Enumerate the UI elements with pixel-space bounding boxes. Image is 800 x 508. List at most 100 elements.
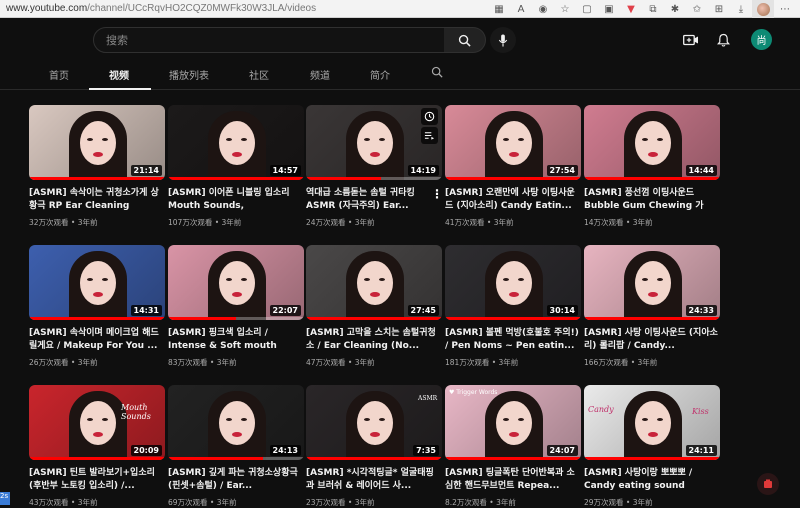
duration-badge: 24:33 xyxy=(685,305,717,316)
video-thumbnail[interactable]: 22:07 xyxy=(168,245,304,320)
collections-icon[interactable]: ⊞ xyxy=(708,0,730,18)
tab-icon[interactable]: ▢ xyxy=(576,0,598,18)
video-title[interactable]: 역대급 소름돋는 솜털 귀타킹 ASMR (자극주의) Ear... xyxy=(306,187,442,213)
video-card[interactable]: 14:57 [ASMR] 이어폰 니블링 입소리 Mouth Sounds, Ea… xyxy=(168,105,304,228)
watch-progress-bar xyxy=(168,177,304,180)
video-meta: 83万次观看 • 3年前 xyxy=(168,358,237,367)
thumbnail-figure-face xyxy=(357,401,393,445)
duration-badge: 30:14 xyxy=(546,305,578,316)
channel-search-button[interactable] xyxy=(431,66,443,81)
video-card[interactable]: 14:44 [ASMR] 풍선껌 이팅사운드 Bubble Gum Chewing… xyxy=(584,105,720,228)
video-thumbnail[interactable]: ASMR 7:35 xyxy=(306,385,442,460)
extensions-icon[interactable]: ✱ xyxy=(664,0,686,18)
voice-search-button[interactable] xyxy=(490,27,516,53)
video-card[interactable]: ASMR 7:35 [ASMR] *시각적팅글* 얼굴태핑과 브러쉬 & 레이어드 … xyxy=(306,385,442,508)
video-title[interactable]: [ASMR] 볼펜 먹방(호불호 주의!) / Pen Noms ~ Pen e… xyxy=(445,327,581,353)
video-title[interactable]: [ASMR] 이어폰 니블링 입소리 Mouth Sounds, Earphon… xyxy=(168,187,304,213)
tab-home[interactable]: 首页 xyxy=(49,67,69,82)
extension-badge-icon[interactable]: ◉ xyxy=(532,0,554,18)
thumbnail-figure-eye xyxy=(241,138,247,141)
video-meta: 43万次观看 • 3年前 xyxy=(29,498,98,507)
video-thumbnail[interactable]: 21:14 xyxy=(29,105,165,180)
video-title[interactable]: [ASMR] 고막을 스치는 솜털귀청소 / Ear Cleaning (No.… xyxy=(306,327,442,353)
tab-playlists[interactable]: 播放列表 xyxy=(169,67,209,82)
thumbnail-figure-eye xyxy=(241,278,247,281)
watch-progress-bar xyxy=(29,317,165,320)
thumbnail-figure-eye xyxy=(87,278,93,281)
video-card[interactable]: 14:19 역대급 소름돋는 솜털 귀타킹 ASMR (자극주의) Ear... 2… xyxy=(306,105,442,228)
read-aloud-icon[interactable]: A xyxy=(510,0,532,18)
favorites-icon[interactable]: ✩ xyxy=(686,0,708,18)
thumbnail-figure-eye xyxy=(241,418,247,421)
video-card[interactable]: 24:13 [ASMR] 깊게 파는 귀청소상황극 (핀셋+솜털) / Ear..… xyxy=(168,385,304,508)
video-thumbnail[interactable]: ♥ Trigger Words 24:07 xyxy=(445,385,581,460)
thumbnail-overlay-text: ASMR xyxy=(418,395,438,402)
video-card[interactable]: Candy Kiss 24:11 [ASMR] 사탕이랑 뽀뽀뽀 / Candy ea… xyxy=(584,385,720,508)
video-title[interactable]: [ASMR] 팅글폭탄 단어반복과 소심한 핸드무브먼트 Repea... xyxy=(445,467,581,493)
tab-channels[interactable]: 频道 xyxy=(310,67,330,82)
video-thumbnail[interactable]: 24:13 xyxy=(168,385,304,460)
video-meta: 29万次观看 • 3年前 xyxy=(584,498,653,507)
create-video-button[interactable] xyxy=(682,31,700,49)
video-thumbnail[interactable]: 27:45 xyxy=(306,245,442,320)
video-title[interactable]: [ASMR] 속삭이며 메이크업 해드릴게요 / Makeup For You … xyxy=(29,327,165,353)
video-card[interactable]: Mouth Sounds 20:09 [ASMR] 틴트 발라보기+입소리 (후반부… xyxy=(29,385,165,508)
download-icon[interactable]: ⤓ xyxy=(730,0,752,18)
video-title[interactable]: [ASMR] 사탕 이팅사운드 (지아소리) 롤리팝 / Candy... xyxy=(584,327,720,353)
video-thumbnail[interactable]: 14:57 xyxy=(168,105,304,180)
video-card[interactable]: 30:14 [ASMR] 볼펜 먹방(호불호 주의!) / Pen Noms ~ … xyxy=(445,245,581,368)
tab-about[interactable]: 简介 xyxy=(370,67,390,82)
video-card[interactable]: ♥ Trigger Words 24:07 [ASMR] 팅글폭탄 단어반복과 소심… xyxy=(445,385,581,508)
favorite-add-icon[interactable]: ☆ xyxy=(554,0,576,18)
video-title[interactable]: [ASMR] 오랜만에 사탕 이팅사운드 (지아소리) Candy Eatin.… xyxy=(445,187,581,213)
copy-icon[interactable]: ⧉ xyxy=(642,0,664,18)
video-thumbnail[interactable]: 14:19 xyxy=(306,105,442,180)
video-thumbnail[interactable]: 27:54 xyxy=(445,105,581,180)
add-to-queue-icon[interactable] xyxy=(421,127,438,144)
video-title[interactable]: [ASMR] 풍선껌 이팅사운드 Bubble Gum Chewing 가ム..… xyxy=(584,187,720,213)
video-card[interactable]: 27:54 [ASMR] 오랜만에 사탕 이팅사운드 (지아소리) Candy E… xyxy=(445,105,581,228)
video-title[interactable]: [ASMR] 틴트 발라보기+입소리 (후반부 노토킹 입소리) /... xyxy=(29,467,165,493)
url-field[interactable]: www.youtube.com/channel/UCcRqvHO2CQZ0MWF… xyxy=(6,3,316,14)
pocket-icon[interactable]: ▼ xyxy=(620,0,642,18)
thumbnail-figure-eye xyxy=(518,278,524,281)
thumbnail-figure-eye xyxy=(102,138,108,141)
video-card[interactable]: 24:33 [ASMR] 사탕 이팅사운드 (지아소리) 롤리팝 / Candy.… xyxy=(584,245,720,368)
scrollbar[interactable] xyxy=(789,90,800,505)
tab-videos[interactable]: 视频 xyxy=(109,67,129,82)
video-thumbnail[interactable]: 24:33 xyxy=(584,245,720,320)
video-thumbnail[interactable]: 30:14 xyxy=(445,245,581,320)
video-card[interactable]: 27:45 [ASMR] 고막을 스치는 솜털귀청소 / Ear Cleaning… xyxy=(306,245,442,368)
video-thumbnail[interactable]: 14:44 xyxy=(584,105,720,180)
video-card[interactable]: 22:07 [ASMR] 핑크색 입소리 / Intense & Soft mou… xyxy=(168,245,304,368)
video-card[interactable]: 14:31 [ASMR] 속삭이며 메이크업 해드릴게요 / Makeup For… xyxy=(29,245,165,368)
video-title[interactable]: [ASMR] 사탕이랑 뽀뽀뽀 / Candy eating sound xyxy=(584,467,720,493)
more-icon[interactable]: ⋯ xyxy=(774,0,796,18)
video-meta: 41万次观看 • 3年前 xyxy=(445,218,514,227)
search-input[interactable]: 搜索 xyxy=(93,27,445,53)
video-title[interactable]: [ASMR] 깊게 파는 귀청소상황극 (핀셋+솜털) / Ear... xyxy=(168,467,304,493)
video-thumbnail[interactable]: Mouth Sounds 20:09 xyxy=(29,385,165,460)
search-button[interactable] xyxy=(444,27,486,53)
video-thumbnail[interactable]: Candy Kiss 24:11 xyxy=(584,385,720,460)
thumbnail-figure-eye xyxy=(364,278,370,281)
watch-later-icon[interactable] xyxy=(421,108,438,125)
youtube-header: 搜索 尚 xyxy=(0,18,800,62)
avatar[interactable]: 尚 xyxy=(751,29,772,50)
video-title[interactable]: [ASMR] 핑크색 입소리 / Intense & Soft mouth so… xyxy=(168,327,304,353)
floating-app-button[interactable] xyxy=(757,473,779,495)
video-thumbnail[interactable]: 14:31 xyxy=(29,245,165,320)
grid-icon[interactable]: ▦ xyxy=(488,0,510,18)
video-meta: 166万次观看 • 3年前 xyxy=(584,358,658,367)
video-card[interactable]: 21:14 [ASMR] 속삭이는 귀청소가게 상황극 RP Ear Cleani… xyxy=(29,105,165,228)
more-actions-icon[interactable]: ⋮ xyxy=(431,187,443,201)
thumbnail-figure-face xyxy=(635,401,671,445)
video-title[interactable]: [ASMR] 속삭이는 귀청소가게 상황극 RP Ear Cleaning xyxy=(29,187,165,213)
browser-profile-icon[interactable] xyxy=(752,0,774,18)
notifications-button[interactable] xyxy=(714,31,732,49)
duration-badge: 14:44 xyxy=(685,165,717,176)
video-title[interactable]: [ASMR] *시각적팅글* 얼굴태핑과 브러쉬 & 레이어드 사... xyxy=(306,467,442,493)
thumbnail-figure-lips xyxy=(232,152,242,157)
game-icon[interactable]: ▣ xyxy=(598,0,620,18)
tab-community[interactable]: 社区 xyxy=(249,67,269,82)
